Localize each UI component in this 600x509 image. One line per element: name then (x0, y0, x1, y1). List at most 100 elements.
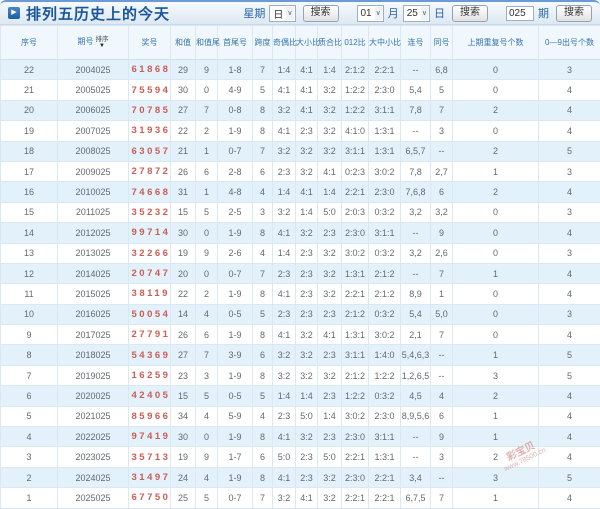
cell-zhihebi: 2:3 (318, 427, 342, 447)
cell-tonghao: 4 (431, 386, 453, 406)
cell-kuadu: 8 (253, 365, 273, 385)
cell-tonghao: -- (431, 467, 453, 487)
cell-kuadu: 7 (253, 263, 273, 283)
cell-shouweihao: 0-5 (218, 304, 253, 324)
table-row: 152011025352321552-533:21:45:02:0:30:3:2… (1, 202, 600, 222)
cell-hezhi: 30 (171, 427, 196, 447)
cell-hezhi: 15 (171, 386, 196, 406)
cell-tonghao: 2,7 (431, 161, 453, 181)
cell-tonghao: 7 (431, 100, 453, 120)
cell-dazhongxiaobi: 2:1:2 (369, 284, 401, 304)
cell-shouweihao: 3-9 (218, 345, 253, 365)
cell-jianghao: 75594 (129, 80, 171, 100)
cell-tonghao: 6 (431, 182, 453, 202)
cell-xuhao: 2 (1, 467, 58, 487)
cell-zhihebi: 4:1 (318, 161, 342, 181)
weekday-select[interactable]: 日 ∨ (269, 5, 295, 22)
cell-xuhao: 1 (1, 488, 58, 508)
table-row: 82018025543692773-963:23:22:33:1:11:4:05… (1, 345, 600, 365)
cell-shangqi-chongfu: 3 (453, 365, 539, 385)
cell-daxiaobi: 1:4 (296, 386, 318, 406)
cell-kuadu: 5 (253, 304, 273, 324)
cell-qihao: 2012025 (58, 223, 129, 243)
history-panel: ▶ 排列五历史上的今天 星期 日 ∨ 搜索 01 ∨ 月 25 ∨ 日 搜索 (0, 0, 600, 509)
cell-kuadu: 4 (253, 182, 273, 202)
cell-dazhongxiaobi: 2:3:0 (369, 406, 401, 426)
cell-kuadu: 8 (253, 100, 273, 120)
cell-qihao: 2014025 (58, 263, 129, 283)
cell-lianhao: -- (401, 60, 431, 80)
cell-lianhao: 5,4,6,3 (401, 345, 431, 365)
cell-kuadu: 8 (253, 223, 273, 243)
cell-jioubi: 3:2 (273, 141, 296, 161)
month-select[interactable]: 01 ∨ (357, 5, 384, 22)
cell-hezhiwei: 4 (196, 304, 218, 324)
cell-bi012: 2:3:0 (342, 427, 369, 447)
cell-shangqi-chongfu: 2 (453, 182, 539, 202)
cell-shouweihao: 1-9 (218, 325, 253, 345)
cell-jianghao: 35232 (129, 202, 171, 222)
cell-chuhao-geshu: 3 (539, 304, 600, 324)
cell-qihao: 2025025 (58, 488, 129, 508)
cell-lianhao: -- (401, 447, 431, 467)
cell-qihao: 2004025 (58, 60, 129, 80)
cell-daxiaobi: 2:3 (296, 284, 318, 304)
cell-lianhao: -- (401, 263, 431, 283)
cell-shouweihao: 4-9 (218, 80, 253, 100)
cell-zhihebi: 1:4 (318, 406, 342, 426)
cell-chuhao-geshu: 4 (539, 100, 600, 120)
cell-shangqi-chongfu: 2 (453, 386, 539, 406)
cell-hezhiwei: 0 (196, 80, 218, 100)
table-row: 172009025278722662-862:33:24:10:2:33:0:2… (1, 161, 600, 181)
col-header-shangqi-chongfu: 上期重复号个数 (453, 26, 539, 60)
cell-tonghao: 3 (431, 121, 453, 141)
chevron-down-icon: ∨ (286, 7, 293, 20)
cell-shangqi-chongfu: 1 (453, 161, 539, 181)
cell-daxiaobi: 4:1 (296, 488, 318, 508)
date-search-group: 01 ∨ 月 25 ∨ 日 搜索 (355, 5, 491, 22)
cell-shouweihao: 2-5 (218, 202, 253, 222)
col-header-zhihebi: 质合比 (318, 26, 342, 60)
cell-hezhiwei: 7 (196, 100, 218, 120)
date-search-button[interactable]: 搜索 (452, 5, 488, 22)
period-search-button[interactable]: 搜索 (556, 5, 592, 22)
cell-jioubi: 4:1 (273, 223, 296, 243)
cell-jioubi: 3:2 (273, 100, 296, 120)
cell-hezhiwei: 4 (196, 406, 218, 426)
cell-chuhao-geshu: 3 (539, 60, 600, 80)
cell-tonghao: 6,8 (431, 60, 453, 80)
table-row: 192007025319362221-984:12:33:24:1:01:3:1… (1, 121, 600, 141)
cell-jianghao: 31936 (129, 121, 171, 141)
cell-shangqi-chongfu: 0 (453, 284, 539, 304)
cell-kuadu: 8 (253, 284, 273, 304)
weekday-search-group: 星期 日 ∨ 搜索 (241, 5, 340, 22)
cell-dazhongxiaobi: 2:3:0 (369, 182, 401, 202)
cell-kuadu: 3 (253, 202, 273, 222)
cell-lianhao: 6,7,5 (401, 488, 431, 508)
cell-kuadu: 5 (253, 386, 273, 406)
cell-hezhiwei: 0 (196, 427, 218, 447)
table-row: 162010025746683114-841:44:11:42:2:12:3:0… (1, 182, 600, 202)
cell-dazhongxiaobi: 3:1:1 (369, 100, 401, 120)
weekday-search-button[interactable]: 搜索 (303, 5, 339, 22)
table-row: 122014025207472000-772:32:33:21:3:12:1:2… (1, 263, 600, 283)
cell-chuhao-geshu: 4 (539, 263, 600, 283)
col-header-jianghao: 奖号 (129, 26, 171, 60)
cell-bi012: 2:3:0 (342, 223, 369, 243)
cell-dazhongxiaobi: 2:2:1 (369, 467, 401, 487)
day-select[interactable]: 25 ∨ (403, 5, 430, 22)
cell-hezhi: 27 (171, 345, 196, 365)
cell-xuhao: 8 (1, 345, 58, 365)
period-input[interactable] (506, 6, 534, 21)
sort-control[interactable]: 排序 ▼ (96, 36, 109, 49)
weekday-label: 星期 (243, 5, 265, 21)
cell-zhihebi: 3:2 (318, 80, 342, 100)
cell-jioubi: 3:2 (273, 202, 296, 222)
cell-lianhao: 7,8 (401, 161, 431, 181)
cell-bi012: 2:2:1 (342, 182, 369, 202)
cell-jianghao: 42405 (129, 386, 171, 406)
cell-jioubi: 1:4 (273, 60, 296, 80)
cell-xuhao: 17 (1, 161, 58, 181)
cell-dazhongxiaobi: 0:3:2 (369, 386, 401, 406)
cell-tonghao: -- (431, 345, 453, 365)
